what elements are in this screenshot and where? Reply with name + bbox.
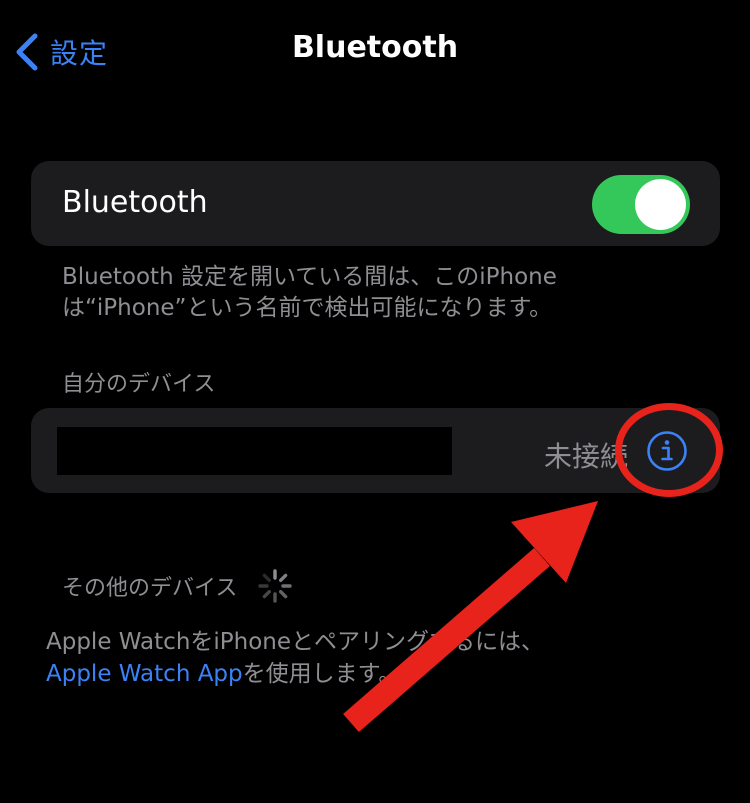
activity-spinner-icon (258, 569, 293, 603)
page-title: Bluetooth (291, 30, 459, 65)
device-status: 未接続 (543, 440, 628, 473)
device-row[interactable]: 未接続 (31, 408, 720, 493)
my-devices-header: 自分のデバイス (62, 372, 216, 397)
device-info-button[interactable] (646, 430, 688, 472)
watch-hint-suffix: を使用します。 (242, 661, 402, 687)
device-name-redacted (57, 427, 452, 475)
toggle-knob (635, 179, 686, 230)
watch-hint-text: Apple WatchをiPhoneとペアリングするには、 (46, 629, 545, 655)
bluetooth-footnote: Bluetooth 設定を開いている間は、このiPhoneは“iPhone”とい… (62, 264, 557, 321)
info-circle-icon (647, 431, 687, 471)
bluetooth-label: Bluetooth (62, 185, 208, 220)
other-devices-header: その他のデバイス (62, 568, 293, 604)
other-devices-label: その他のデバイス (62, 576, 238, 601)
bluetooth-toggle[interactable] (592, 175, 690, 234)
apple-watch-hint: Apple WatchをiPhoneとペアリングするには、 Apple Watc… (46, 626, 666, 690)
bluetooth-toggle-row: Bluetooth (31, 161, 720, 246)
apple-watch-app-link[interactable]: Apple Watch App (46, 661, 243, 687)
